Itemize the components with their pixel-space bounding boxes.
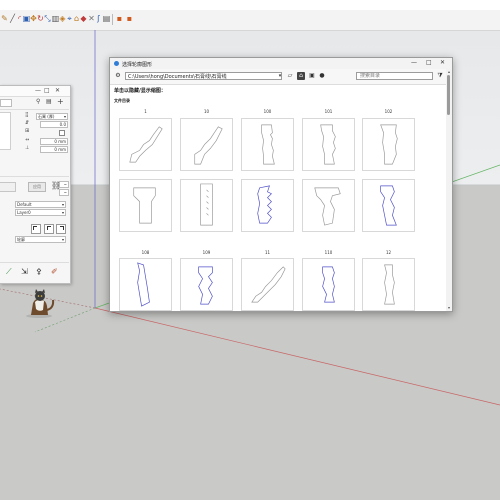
thumbnail-label: 101 [324, 109, 333, 114]
height-field[interactable]: 0 mm [40, 146, 68, 153]
thumbnail-label: 102 [384, 109, 393, 114]
panel-titlebar: — □ ✕ [0, 86, 70, 97]
profile-outline [261, 124, 275, 165]
thumbnail-label: 109 [202, 250, 211, 255]
profile-thumbnail[interactable] [180, 179, 233, 232]
details-icon[interactable]: ▤ [46, 99, 52, 105]
profile-thumbnail[interactable] [241, 179, 294, 232]
panel-divider-3 [0, 262, 69, 263]
align-right-button[interactable] [56, 224, 66, 234]
panel-minimize-button[interactable]: — [35, 87, 41, 94]
flip-icon: ⇵ [25, 120, 30, 126]
folder-heading: 文件目录 [114, 98, 130, 103]
length-field-1[interactable]: ~ 100 mm [59, 181, 69, 188]
mode-select[interactable]: 轮廓 ▾ [15, 236, 66, 243]
panel-divider [0, 109, 69, 110]
scrollbar-thumb[interactable] [447, 75, 450, 115]
profile-outline [194, 126, 223, 165]
eyedropper-icon[interactable]: ✐ [51, 268, 58, 276]
dialog-maximize-button[interactable]: □ [426, 60, 432, 66]
profile-outline [380, 185, 397, 226]
panel-maximize-button[interactable]: □ [44, 87, 50, 94]
hint-text: 单击以隐藏/显示缩图： [114, 88, 166, 94]
profile-outline [200, 183, 213, 226]
path-dropdown-icon[interactable]: ▾ [276, 72, 284, 80]
thumbnail-label: 100 [263, 109, 272, 114]
profile-thumbnail[interactable] [302, 179, 355, 232]
offset-field[interactable]: 0.0 [40, 121, 68, 128]
profile-thumbnail[interactable] [362, 118, 415, 171]
thumbnail-label: 10 [203, 109, 210, 114]
profile-thumbnail[interactable] [241, 258, 294, 311]
dialog-scrollbar[interactable]: ▴ ▾ [446, 69, 452, 311]
dialog-minimize-button[interactable]: — [411, 60, 417, 66]
panel-preview-box [0, 112, 11, 150]
scroll-up-icon[interactable]: ▴ [446, 69, 452, 74]
dialog-titlebar: 选择轮廓图形 — □ ✕ [110, 58, 452, 69]
profile-outline [257, 185, 273, 224]
profile-outline [137, 262, 150, 307]
profile-thumbnail[interactable] [180, 118, 233, 171]
ruler-icon[interactable]: ⟋ [6, 268, 12, 276]
grid-icon: ⣿ [25, 112, 29, 118]
align-icon: ⊞ [25, 128, 30, 134]
view-icon[interactable]: ▣ [308, 72, 316, 80]
profile-picker-dialog: 选择轮廓图形 — □ ✕ ⚙ C:\Users\hong\Documents\石… [109, 57, 453, 312]
filter-icon[interactable]: ⧩ [436, 72, 444, 80]
reverse-checkbox[interactable] [59, 130, 65, 136]
profile-outline [320, 124, 336, 165]
open-folder-icon[interactable]: ▱ [286, 72, 294, 80]
settings-gear-icon[interactable]: ⚙ [114, 72, 122, 80]
profile-outline [322, 266, 335, 303]
scale-figure-cat [26, 289, 55, 318]
profile-thumbnail[interactable] [362, 179, 415, 232]
panel-divider-2 [0, 176, 69, 177]
height-icon: ⊥ [25, 145, 30, 151]
panel-field-stub[interactable] [0, 182, 16, 192]
profile-thumbnail[interactable] [241, 118, 294, 171]
profile-outline [314, 187, 341, 226]
dialog-title: 选择轮廓图形 [122, 62, 153, 68]
export-icon[interactable]: ⇲ [21, 268, 28, 276]
profile-thumbnail[interactable] [119, 258, 172, 311]
add-icon[interactable]: + [57, 98, 64, 106]
profile-outline [129, 126, 163, 163]
apply-button[interactable]: 应用 [28, 182, 46, 192]
panel-close-button[interactable]: ✕ [55, 87, 60, 94]
search-input[interactable] [356, 72, 433, 80]
layer-select[interactable]: Layer0 ▾ [15, 209, 66, 216]
home-icon[interactable]: ⌂ [297, 72, 305, 80]
width-icon: ⇸ [25, 137, 30, 143]
profile-thumbnail[interactable] [302, 258, 355, 311]
profile-outline [380, 124, 398, 165]
material-select[interactable]: Default ▾ [15, 201, 66, 208]
profile-thumbnail[interactable] [180, 258, 233, 311]
profile-thumbnail[interactable] [302, 118, 355, 171]
scroll-down-icon[interactable]: ▾ [446, 305, 452, 310]
profile-thumbnail[interactable] [119, 118, 172, 171]
path-field[interactable]: C:\Users\hong\Documents\石膏线\石膏线 [125, 72, 282, 80]
thumbnail-label: 110 [324, 250, 333, 255]
profile-thumbnail[interactable] [119, 179, 172, 232]
align-center-button[interactable] [44, 224, 54, 234]
profile-thumbnail[interactable] [362, 258, 415, 311]
panel-name-field[interactable] [0, 99, 12, 107]
stamp-icon[interactable]: ⚴ [36, 268, 42, 276]
app-logo-icon [114, 61, 119, 66]
align-left-button[interactable] [31, 224, 41, 234]
thumbnail-label: 108 [141, 250, 150, 255]
width-field[interactable]: 0 mm [40, 138, 68, 145]
profile-select[interactable]: 石膏 (厚) ▾ [36, 113, 68, 120]
thumbnail-label: 1 [144, 109, 147, 114]
profile-outline [384, 264, 395, 305]
dialog-close-button[interactable]: ✕ [440, 60, 445, 66]
refresh-icon[interactable]: ● [318, 72, 326, 80]
thumbnail-label: 11 [264, 250, 271, 255]
profile-outline [198, 266, 213, 305]
length-field-2[interactable]: ~ 100 mm [59, 189, 69, 196]
search-icon[interactable]: ⚲ [36, 99, 40, 105]
profile-outline [133, 187, 156, 224]
thumbnail-label: 12 [385, 250, 392, 255]
profile-outline [251, 266, 286, 303]
